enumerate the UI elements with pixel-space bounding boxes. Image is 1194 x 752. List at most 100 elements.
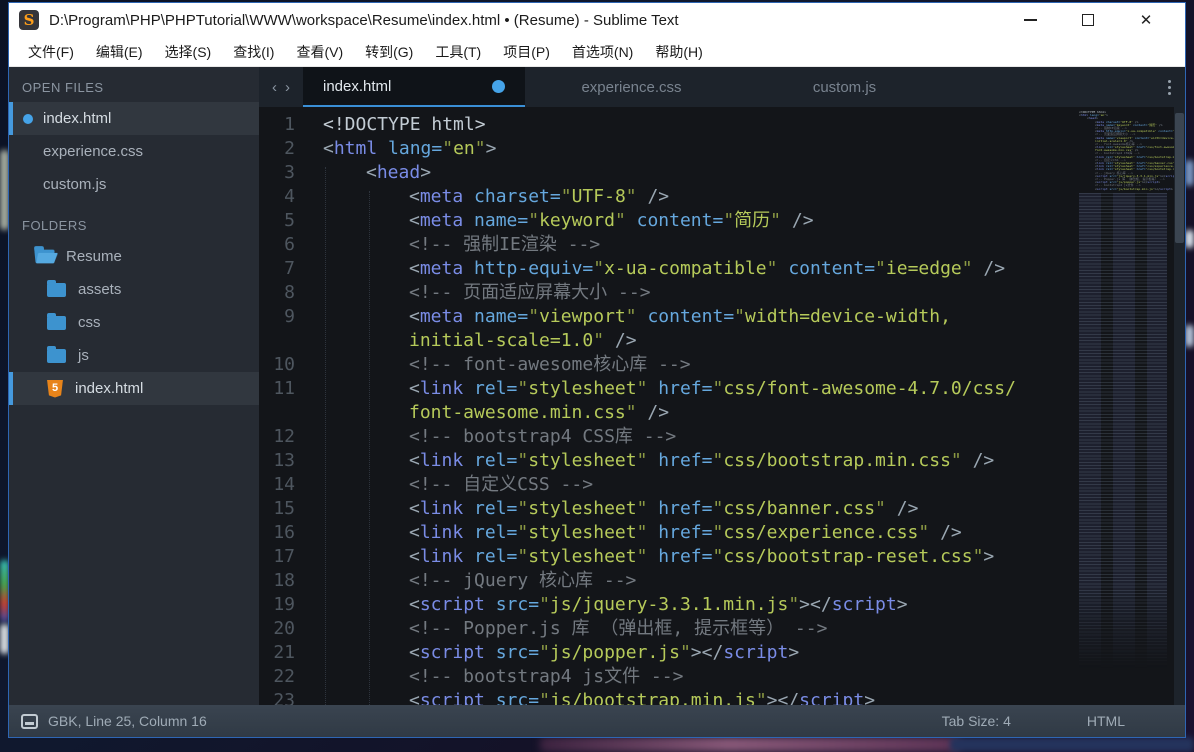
line-number: 21 — [259, 641, 311, 665]
open-file-custom.js[interactable]: custom.js — [9, 168, 259, 201]
folder-icon — [47, 316, 66, 330]
code-line: 12<!-- bootstrap4 CSS库 --> — [259, 425, 1073, 449]
file-name: experience.css — [43, 143, 143, 160]
editor-column: ‹ › index.html experience.csscustom.js 1<… — [259, 67, 1185, 705]
open-file-experience.css[interactable]: experience.css — [9, 135, 259, 168]
tab-custom.js[interactable]: custom.js — [738, 67, 951, 107]
menu-item[interactable]: 编辑(E) — [85, 38, 154, 66]
code-line: 16<link rel="stylesheet" href="css/exper… — [259, 521, 1073, 545]
code-line: 17<link rel="stylesheet" href="css/boots… — [259, 545, 1073, 569]
tree-item-css[interactable]: css — [9, 306, 259, 339]
tab-overflow-menu-icon[interactable] — [1154, 67, 1185, 107]
line-number: 11 — [259, 377, 311, 401]
maximize-icon — [1082, 14, 1094, 26]
tree-item-Resume[interactable]: Resume — [9, 240, 259, 273]
code-text-area[interactable]: 1<!DOCTYPE html>2<html lang="en">3<head>… — [259, 107, 1073, 705]
code-line: 19<script src="js/jquery-3.3.1.min.js"><… — [259, 593, 1073, 617]
code-line: 8<!-- 页面适应屏幕大小 --> — [259, 281, 1073, 305]
code-line: 7<meta http-equiv="x-ua-compatible" cont… — [259, 257, 1073, 281]
code-line: 22<!-- bootstrap4 js文件 --> — [259, 665, 1073, 689]
tab-scroll-left-icon[interactable]: ‹ — [272, 79, 277, 96]
line-number: 22 — [259, 665, 311, 689]
code-line: 1<!DOCTYPE html> — [259, 113, 1073, 137]
main-area: OPEN FILES index.htmlexperience.csscusto… — [9, 67, 1185, 705]
html5-icon: 5 — [47, 380, 63, 398]
code-line: 23<script src="js/bootstrap.min.js"></sc… — [259, 689, 1073, 705]
folder-icon — [47, 349, 66, 363]
line-number: 16 — [259, 521, 311, 545]
line-number: 13 — [259, 449, 311, 473]
file-name: index.html — [43, 110, 111, 127]
input-mode-icon[interactable] — [21, 714, 38, 729]
wallpaper-fragment — [1185, 325, 1194, 347]
desktop-wallpaper: S D:\Program\PHP\PHPTutorial\WWW\workspa… — [0, 0, 1194, 752]
code-line: 14<!-- 自定义CSS --> — [259, 473, 1073, 497]
open-files-header: OPEN FILES — [9, 73, 259, 102]
tree-item-label: Resume — [66, 248, 122, 265]
tab-nav-arrows: ‹ › — [259, 67, 303, 107]
menu-item[interactable]: 查找(I) — [222, 38, 285, 66]
file-name: custom.js — [43, 176, 106, 193]
status-syntax[interactable]: HTML — [1087, 713, 1125, 729]
tree-item-label: assets — [78, 281, 121, 298]
unsaved-dot-icon — [492, 80, 505, 93]
sublime-text-window: S D:\Program\PHP\PHPTutorial\WWW\workspa… — [8, 2, 1186, 738]
line-number: 2 — [259, 137, 311, 161]
menu-item[interactable]: 转到(G) — [354, 38, 424, 66]
tab-index.html[interactable]: index.html — [303, 67, 525, 107]
wallpaper-fragment — [540, 737, 960, 752]
tree-item-js[interactable]: js — [9, 339, 259, 372]
code-line: 5<meta name="keyword" content="简历" /> — [259, 209, 1073, 233]
code-line: 4<meta charset="UTF-8" /> — [259, 185, 1073, 209]
vertical-scrollbar[interactable] — [1174, 107, 1185, 705]
line-number: 17 — [259, 545, 311, 569]
tree-item-label: css — [78, 314, 101, 331]
close-icon — [1140, 11, 1153, 30]
code-line: 18<!-- jQuery 核心库 --> — [259, 569, 1073, 593]
code-line: 15<link rel="stylesheet" href="css/banne… — [259, 497, 1073, 521]
line-number: 14 — [259, 473, 311, 497]
status-tab-size[interactable]: Tab Size: 4 — [942, 713, 1011, 729]
code-line: 10<!-- font-awesome核心库 --> — [259, 353, 1073, 377]
line-number — [259, 329, 311, 353]
menu-item[interactable]: 查看(V) — [285, 38, 354, 66]
menu-item[interactable]: 首选项(N) — [561, 38, 644, 66]
line-number: 23 — [259, 689, 311, 705]
tab-experience.css[interactable]: experience.css — [525, 67, 738, 107]
menu-item[interactable]: 选择(S) — [154, 38, 223, 66]
minimize-button[interactable] — [1001, 5, 1059, 35]
line-number: 7 — [259, 257, 311, 281]
line-number: 9 — [259, 305, 311, 329]
code-line: initial-scale=1.0" /> — [259, 329, 1073, 353]
tree-item-index.html[interactable]: 5index.html — [9, 372, 259, 405]
open-files-list: index.html experience.css custom.js — [9, 102, 259, 201]
close-button[interactable] — [1117, 5, 1175, 35]
status-bar: GBK, Line 25, Column 16 Tab Size: 4 HTML — [9, 705, 1185, 737]
line-number: 10 — [259, 353, 311, 377]
minimap[interactable]: <!DOCTYPE html><html lang="en"><head><me… — [1073, 107, 1174, 705]
line-number: 6 — [259, 233, 311, 257]
code-line: 21<script src="js/popper.js"></script> — [259, 641, 1073, 665]
line-number: 8 — [259, 281, 311, 305]
tab-scroll-right-icon[interactable]: › — [285, 79, 290, 96]
maximize-button[interactable] — [1059, 5, 1117, 35]
line-number: 18 — [259, 569, 311, 593]
minimize-icon — [1024, 19, 1037, 21]
wallpaper-fragment — [1185, 230, 1194, 248]
open-file-index.html[interactable]: index.html — [9, 102, 259, 135]
code-editor[interactable]: 1<!DOCTYPE html>2<html lang="en">3<head>… — [259, 107, 1185, 705]
menu-item[interactable]: 工具(T) — [424, 38, 492, 66]
menu-item[interactable]: 项目(P) — [492, 38, 561, 66]
title-bar[interactable]: S D:\Program\PHP\PHPTutorial\WWW\workspa… — [9, 3, 1185, 37]
scrollbar-thumb[interactable] — [1175, 113, 1184, 243]
menu-bar: 文件(F)编辑(E)选择(S)查找(I)查看(V)转到(G)工具(T)项目(P)… — [9, 37, 1185, 67]
code-line: 11<link rel="stylesheet" href="css/font-… — [259, 377, 1073, 401]
code-line: 2<html lang="en"> — [259, 137, 1073, 161]
tab-label: index.html — [323, 78, 391, 95]
line-number: 19 — [259, 593, 311, 617]
folders-header: FOLDERS — [9, 211, 259, 240]
menu-item[interactable]: 帮助(H) — [644, 38, 713, 66]
code-line: 3<head> — [259, 161, 1073, 185]
tree-item-assets[interactable]: assets — [9, 273, 259, 306]
menu-item[interactable]: 文件(F) — [17, 38, 85, 66]
